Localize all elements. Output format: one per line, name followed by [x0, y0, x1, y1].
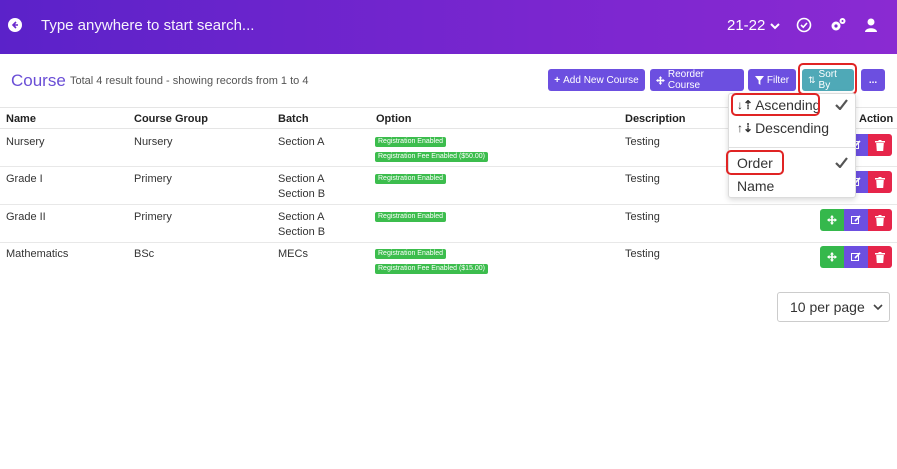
course-name: Grade I [6, 173, 43, 185]
more-options-button[interactable]: ... [861, 69, 885, 91]
status-badge: Registration Fee Enabled ($50.00) [375, 152, 489, 162]
batch: Section A [278, 211, 325, 223]
course-group: Primery [134, 173, 172, 185]
status-badge: Registration Enabled [375, 137, 446, 147]
result-summary: Total 4 result found - showing records f… [70, 75, 309, 87]
menu-divider [729, 147, 855, 148]
course-group: Nursery [134, 136, 173, 148]
trash-icon [875, 139, 885, 151]
year-label: 21-22 [727, 17, 766, 34]
column-description: Description [625, 113, 686, 125]
sort-by-highlight [798, 63, 857, 95]
batch: Section B [278, 188, 326, 200]
chevron-down-icon [873, 304, 883, 311]
delete-button[interactable] [868, 246, 892, 268]
page-title: Course [11, 71, 66, 90]
check-circle-icon[interactable] [795, 16, 813, 34]
course-name: Mathematics [6, 248, 69, 260]
check-icon [835, 99, 848, 110]
column-action: Action [859, 113, 894, 125]
add-new-course-button[interactable]: + Add New Course [548, 69, 645, 91]
move-icon [827, 215, 837, 225]
search-input[interactable]: Type anywhere to start search... [41, 17, 254, 34]
sort-descending-option[interactable]: ↑⇣ Descending [737, 120, 829, 136]
status-badge: Registration Enabled [375, 249, 446, 259]
per-page-select[interactable]: 10 per page [777, 292, 890, 322]
edit-button[interactable] [844, 246, 868, 268]
batch: MECs [278, 248, 308, 260]
move-button[interactable] [820, 209, 844, 231]
filter-label: Filter [766, 74, 790, 86]
per-page-label: 10 per page [790, 299, 865, 315]
status-badge: Registration Enabled [375, 174, 446, 184]
delete-button[interactable] [868, 134, 892, 156]
edit-button[interactable] [844, 209, 868, 231]
course-group: BSc [134, 248, 155, 260]
edit-icon [851, 215, 861, 224]
column-name: Name [6, 113, 36, 125]
move-icon [827, 252, 837, 262]
sort-descending-icon: ↑⇣ [737, 121, 754, 135]
top-bar: Type anywhere to start search... 21-22 [0, 0, 897, 54]
user-icon[interactable] [862, 16, 880, 34]
course-group: Primery [134, 211, 172, 223]
delete-button[interactable] [868, 171, 892, 193]
description: Testing [625, 173, 660, 185]
move-icon [656, 75, 665, 85]
filter-button[interactable]: Filter [748, 69, 796, 91]
course-name: Nursery [6, 136, 45, 148]
column-course-group: Course Group [134, 113, 208, 125]
status-badge: Registration Fee Enabled ($15.00) [375, 264, 489, 274]
batch: Section A [278, 136, 325, 148]
course-name: Grade II [6, 211, 46, 223]
more-label: ... [868, 74, 878, 86]
sort-name-option[interactable]: Name [737, 178, 774, 194]
filter-icon [754, 75, 764, 85]
batch: Section B [278, 226, 326, 238]
back-icon[interactable] [8, 18, 22, 32]
add-new-course-label: Add New Course [563, 74, 639, 86]
move-button[interactable] [820, 246, 844, 268]
trash-icon [875, 214, 885, 226]
reorder-course-button[interactable]: Reorder Course [650, 69, 744, 91]
description: Testing [625, 136, 660, 148]
check-icon [835, 157, 848, 168]
sort-descending-label: Descending [755, 120, 829, 136]
table-row: Mathematics BSc MECs Registration Enable… [0, 243, 897, 281]
status-badge: Registration Enabled [375, 212, 446, 222]
plus-icon: + [554, 74, 561, 86]
column-batch: Batch [278, 113, 309, 125]
delete-button[interactable] [868, 209, 892, 231]
description: Testing [625, 248, 660, 260]
reorder-course-label: Reorder Course [667, 69, 705, 91]
order-highlight [726, 150, 784, 175]
batch: Section A [278, 173, 325, 185]
description: Testing [625, 211, 660, 223]
chevron-down-icon [770, 22, 781, 29]
trash-icon [875, 176, 885, 188]
edit-icon [851, 252, 861, 261]
trash-icon [875, 251, 885, 263]
sort-name-label: Name [737, 178, 775, 194]
year-selector[interactable]: 21-22 [727, 17, 781, 34]
column-option: Option [376, 113, 412, 125]
table-row: Grade II Primery Section A Section B Reg… [0, 205, 897, 243]
ascending-highlight [731, 93, 820, 116]
settings-icon[interactable] [829, 16, 847, 34]
